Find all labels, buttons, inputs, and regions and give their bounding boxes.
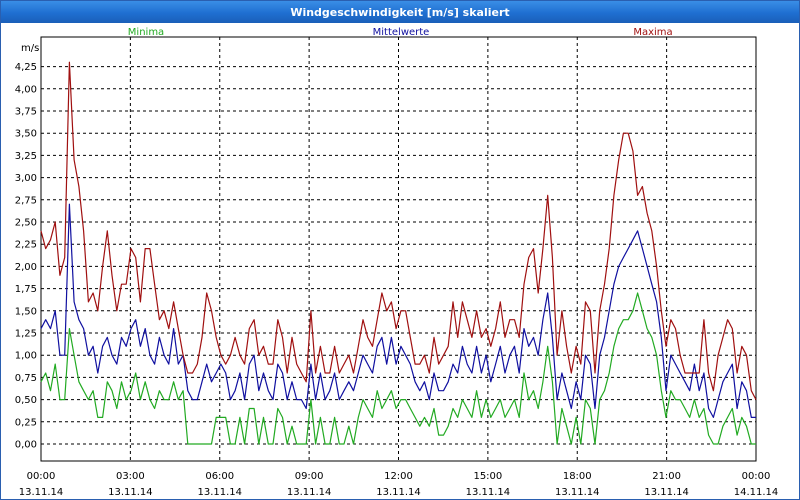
x-tick-date: 13.11.14 — [197, 487, 242, 498]
y-tick-label: 3,50 — [15, 129, 37, 140]
y-tick-label: 1,00 — [15, 351, 37, 362]
x-tick-time: 21:00 — [652, 471, 681, 482]
x-tick-date: 13.11.14 — [466, 487, 511, 498]
y-tick-label: 2,50 — [15, 218, 37, 229]
legend-entry-mittelwerte: Mittelwerte — [373, 27, 430, 38]
x-tick-time: 03:00 — [116, 471, 145, 482]
x-tick-time: 15:00 — [473, 471, 502, 482]
y-tick-label: 1,75 — [15, 284, 37, 295]
y-tick-label: 0,75 — [15, 373, 37, 384]
x-tick-date: 13.11.14 — [376, 487, 421, 498]
x-tick-time: 00:00 — [27, 471, 56, 482]
x-tick-date: 14.11.14 — [734, 487, 779, 498]
x-tick-time: 18:00 — [563, 471, 592, 482]
x-tick-time: 12:00 — [384, 471, 413, 482]
y-tick-label: 4,00 — [15, 84, 37, 95]
legend: Minima Mittelwerte Maxima — [128, 27, 673, 38]
x-tick-time: 06:00 — [205, 471, 234, 482]
x-tick-time: 09:00 — [295, 471, 324, 482]
x-tick-date: 13.11.14 — [108, 487, 153, 498]
chart-window: Windgeschwindigkeit [m/s] skaliert 0,00 0… — [0, 0, 800, 500]
x-tick-date: 13.11.14 — [644, 487, 689, 498]
legend-entry-maxima: Maxima — [633, 27, 672, 38]
y-tick-label: 0,00 — [15, 440, 37, 451]
x-axis: 00:00 13.11.14 03:00 13.11.14 06:00 13.11.14 0… — [19, 471, 779, 498]
y-axis-label: m/s — [21, 43, 39, 54]
y-tick-label: 0,25 — [15, 417, 37, 428]
y-tick-label: 3,25 — [15, 151, 37, 162]
x-tick-date: 13.11.14 — [287, 487, 332, 498]
y-tick-label: 2,00 — [15, 262, 37, 273]
y-tick-label: 2,75 — [15, 195, 37, 206]
x-tick-date: 13.11.14 — [555, 487, 600, 498]
y-tick-label: 3,75 — [15, 107, 37, 118]
y-axis: 0,00 0,25 0,50 0,75 1,00 1,25 1,50 1,75 2,00 2,25… — [15, 62, 37, 450]
y-tick-label: 4,25 — [15, 62, 37, 73]
y-tick-label: 1,25 — [15, 329, 37, 340]
y-tick-label: 2,25 — [15, 240, 37, 251]
legend-entry-minima: Minima — [128, 27, 164, 38]
y-tick-label: 1,50 — [15, 306, 37, 317]
y-tick-label: 0,50 — [15, 395, 37, 406]
x-tick-date: 13.11.14 — [19, 487, 64, 498]
x-tick-time: 00:00 — [742, 471, 771, 482]
chart-canvas: 0,00 0,25 0,50 0,75 1,00 1,25 1,50 1,75 2,00 2,25… — [15, 27, 779, 498]
y-tick-label: 3,00 — [15, 173, 37, 184]
